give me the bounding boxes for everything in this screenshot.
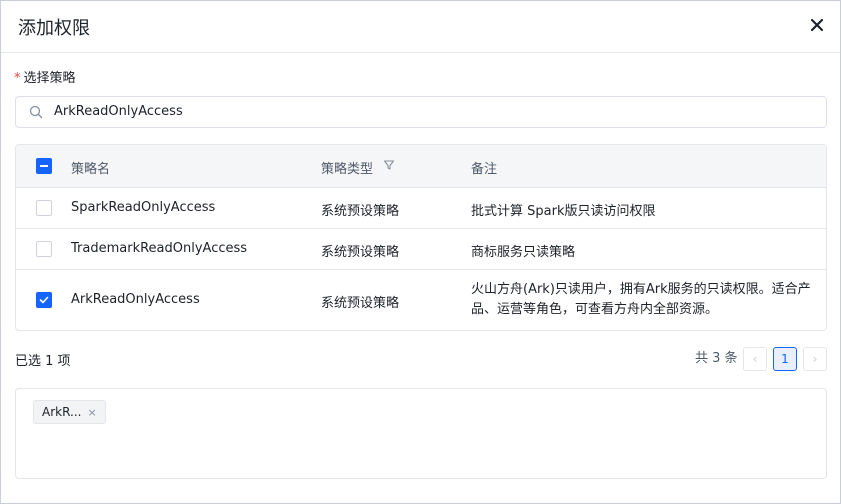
dialog-header: 添加权限 <box>1 1 840 53</box>
search-icon <box>29 105 43 119</box>
header-note: 备注 <box>471 162 498 177</box>
policy-note: 火山方舟(Ark)只读用户，拥有Ark服务的只读权限。适合产品、运营等角色，可查… <box>471 282 811 317</box>
table-header: 策略名 策略类型 备注 <box>16 145 826 188</box>
policy-label-text: 选择策略 <box>23 71 76 86</box>
policy-type: 系统预设策略 <box>321 296 400 311</box>
selected-tag-label: ArkR... <box>42 405 82 419</box>
selected-policies-box: ArkR... × <box>15 388 827 479</box>
next-page-button[interactable]: › <box>803 347 827 371</box>
table-row[interactable]: TrademarkReadOnlyAccess 系统预设策略 商标服务只读策略 <box>16 229 826 270</box>
required-mark: * <box>14 71 21 86</box>
add-permission-dialog: 添加权限 * 选择策略 ArkReadOnlyAccess 策略名 策略类型 备… <box>0 0 841 504</box>
table-row[interactable]: ArkReadOnlyAccess 系统预设策略 火山方舟(Ark)只读用户，拥… <box>16 270 826 330</box>
policy-name: SparkReadOnlyAccess <box>71 200 216 215</box>
policy-field-label: * 选择策略 <box>14 67 76 86</box>
selected-count: 已选 1 项 <box>15 354 71 369</box>
row-checkbox[interactable] <box>36 292 52 308</box>
total-count: 共 3 条 <box>695 351 738 366</box>
row-checkbox[interactable] <box>36 200 52 216</box>
selected-tag: ArkR... × <box>33 400 106 424</box>
remove-tag-icon[interactable]: × <box>87 406 96 419</box>
close-icon[interactable] <box>806 14 828 36</box>
policy-type: 系统预设策略 <box>321 245 400 260</box>
policy-note: 商标服务只读策略 <box>471 245 576 260</box>
search-value[interactable]: ArkReadOnlyAccess <box>54 104 183 119</box>
policy-note: 批式计算 Spark版只读访问权限 <box>471 204 656 219</box>
header-policy-type: 策略类型 <box>321 162 374 177</box>
page-1-button[interactable]: 1 <box>773 347 797 371</box>
policy-search-input[interactable]: ArkReadOnlyAccess <box>15 96 827 128</box>
prev-page-button[interactable]: ‹ <box>743 347 767 371</box>
policy-table: 策略名 策略类型 备注 SparkReadOnlyAccess 系统预设策略 批… <box>15 144 827 331</box>
policy-name: TrademarkReadOnlyAccess <box>71 241 248 256</box>
select-all-checkbox[interactable] <box>36 158 52 174</box>
dialog-title: 添加权限 <box>18 18 90 39</box>
header-policy-name: 策略名 <box>71 162 111 177</box>
policy-type: 系统预设策略 <box>321 204 400 219</box>
filter-icon[interactable] <box>383 159 395 171</box>
policy-name: ArkReadOnlyAccess <box>71 292 200 307</box>
table-row[interactable]: SparkReadOnlyAccess 系统预设策略 批式计算 Spark版只读… <box>16 188 826 229</box>
row-checkbox[interactable] <box>36 241 52 257</box>
